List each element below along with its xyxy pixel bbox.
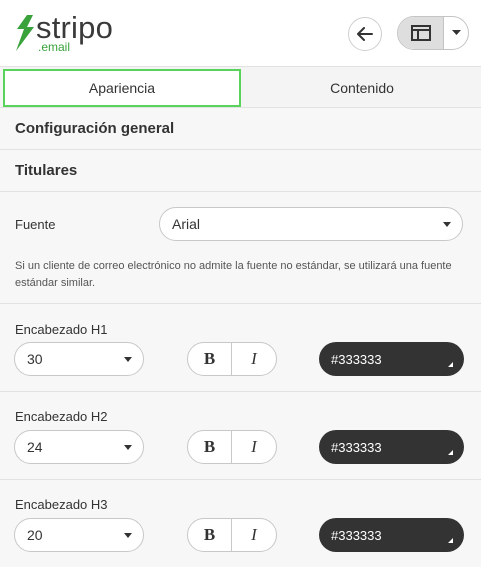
- tab-appearance[interactable]: Apariencia: [3, 69, 241, 107]
- heading-h1-size-select[interactable]: 30: [14, 342, 144, 376]
- layout-view-button[interactable]: [398, 17, 444, 49]
- view-dropdown-button[interactable]: [444, 17, 468, 49]
- settings-tabs: Apariencia Contenido: [0, 66, 481, 108]
- resize-corner-icon: [448, 538, 453, 543]
- arrow-left-icon: [357, 27, 373, 41]
- view-toggle-button[interactable]: [397, 16, 469, 50]
- heading-h3-bold-button[interactable]: B: [188, 519, 232, 551]
- heading-h2-color-value: #333333: [331, 439, 382, 455]
- section-general-settings[interactable]: Configuración general: [0, 108, 481, 150]
- heading-h1-label: Encabezado H1: [15, 322, 108, 337]
- heading-h3-color-value: #333333: [331, 527, 382, 543]
- heading-h3-size-select[interactable]: 20: [14, 518, 144, 552]
- app-header: stripo .email: [0, 0, 481, 66]
- chevron-down-icon: [443, 222, 451, 227]
- heading-h3-style-group: B I: [187, 518, 277, 552]
- font-select[interactable]: Arial: [159, 207, 463, 241]
- back-button[interactable]: [348, 17, 382, 51]
- logo-sub: .email: [38, 40, 71, 54]
- heading-h1-color-picker[interactable]: #333333: [319, 342, 464, 376]
- heading-h2-label: Encabezado H2: [15, 409, 108, 424]
- heading-h2-color-picker[interactable]: #333333: [319, 430, 464, 464]
- heading-h2-bold-button[interactable]: B: [188, 431, 232, 463]
- layout-panel-icon: [410, 25, 431, 41]
- chevron-down-icon: [124, 357, 132, 362]
- heading-h1-style-group: B I: [187, 342, 277, 376]
- heading-h2-size-select[interactable]: 24: [14, 430, 144, 464]
- heading-h1-size-value: 30: [27, 351, 43, 367]
- heading-h1-bold-button[interactable]: B: [188, 343, 232, 375]
- heading-h2-size-value: 24: [27, 439, 43, 455]
- heading-h2-italic-button[interactable]: I: [232, 431, 276, 463]
- font-select-value: Arial: [172, 216, 201, 232]
- font-fallback-note: Si un cliente de correo electrónico no a…: [15, 260, 452, 289]
- chevron-down-icon: [451, 30, 461, 35]
- heading-h3-label: Encabezado H3: [15, 497, 108, 512]
- section-headings[interactable]: Titulares: [0, 150, 481, 192]
- heading-h2-style-group: B I: [187, 430, 277, 464]
- heading-h1-color-value: #333333: [331, 351, 382, 367]
- heading-h1-italic-button[interactable]: I: [232, 343, 276, 375]
- heading-h3-size-value: 20: [27, 527, 43, 543]
- tab-content[interactable]: Contenido: [243, 67, 481, 108]
- heading-h3-color-picker[interactable]: #333333: [319, 518, 464, 552]
- font-label: Fuente: [15, 217, 56, 232]
- resize-corner-icon: [448, 362, 453, 367]
- resize-corner-icon: [448, 450, 453, 455]
- logo-mark-icon: [16, 15, 34, 51]
- heading-h3-italic-button[interactable]: I: [232, 519, 276, 551]
- chevron-down-icon: [124, 533, 132, 538]
- chevron-down-icon: [124, 445, 132, 450]
